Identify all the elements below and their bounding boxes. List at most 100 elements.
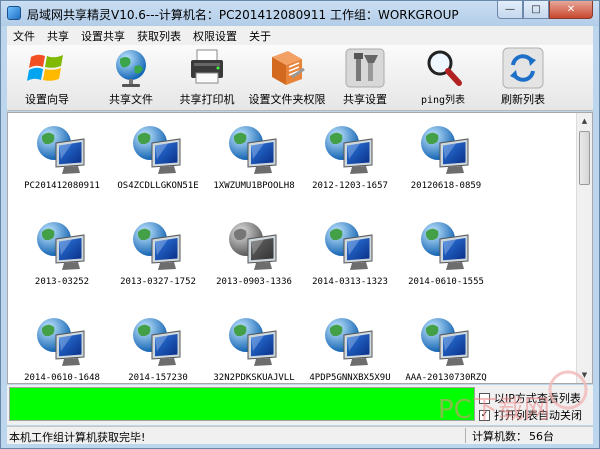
- computer-item[interactable]: 2014-0610-1555: [398, 213, 494, 309]
- computer-name: 2014-0610-1555: [408, 277, 484, 287]
- scroll-thumb[interactable]: [579, 131, 590, 185]
- computer-item[interactable]: 20120618-0859: [398, 117, 494, 213]
- computer-network-icon: [229, 126, 277, 174]
- share-files-button[interactable]: 共享文件: [101, 47, 161, 109]
- computer-name: 2013-0903-1336: [216, 277, 292, 287]
- computer-count-label: 计算机数：: [472, 430, 527, 443]
- window-controls: — □ ✕: [497, 1, 593, 19]
- minimize-button[interactable]: —: [497, 1, 523, 19]
- status-bar: 本机工作组计算机获取完毕! 计算机数： 56台: [7, 426, 593, 444]
- computer-name: 2013-0327-1752: [120, 277, 196, 287]
- share-settings-label: 共享设置: [343, 93, 387, 106]
- maximize-button[interactable]: □: [523, 1, 549, 19]
- share-files-label: 共享文件: [109, 93, 153, 106]
- close-button[interactable]: ✕: [549, 1, 593, 19]
- computer-network-icon: [325, 222, 373, 270]
- computer-name: 4PDP5GNNXBX5X9U: [309, 373, 391, 383]
- printer-icon: [186, 47, 228, 89]
- windows-logo-icon: [26, 47, 68, 89]
- computer-network-icon: [133, 222, 181, 270]
- view-by-ip-checkbox[interactable]: [479, 392, 490, 404]
- auto-close-checkbox[interactable]: ✓: [479, 409, 490, 421]
- auto-close-label: 打开列表自动关闭: [494, 409, 582, 422]
- computer-name: 2012-1203-1657: [312, 181, 388, 191]
- computer-count: 计算机数： 56台: [465, 428, 554, 443]
- scroll-up-icon[interactable]: ▲: [577, 113, 592, 129]
- folder-permissions-label: 设置文件夹权限: [248, 93, 326, 106]
- computer-item[interactable]: 2013-0903-1336: [206, 213, 302, 309]
- computer-network-icon: [229, 318, 277, 366]
- computer-item[interactable]: 2012-1203-1657: [302, 117, 398, 213]
- view-by-ip-label: 以IP方式查看列表: [494, 392, 581, 405]
- folder-permissions-button[interactable]: 设置文件夹权限: [245, 47, 329, 109]
- menu-share[interactable]: 共享: [41, 28, 75, 44]
- refresh-icon: [502, 47, 544, 89]
- computer-grid: PC201412080911 OS4ZCDLLGKON51E 1XWZUMU1BPO…: [8, 113, 578, 383]
- vertical-scrollbar[interactable]: ▲ ▼: [576, 113, 592, 383]
- computer-name: 32N2PDKSKUAJVLL: [213, 373, 295, 383]
- computer-network-icon: [37, 126, 85, 174]
- computer-list[interactable]: PC201412080911 OS4ZCDLLGKON51E 1XWZUMU1BPO…: [7, 112, 593, 384]
- toolbar: 设置向导 共享文件 共享打印机 设置文件夹权限 共享设置 ping列表 刷新列表: [7, 45, 593, 111]
- menu-get-list[interactable]: 获取列表: [131, 28, 187, 44]
- menu-permissions[interactable]: 权限设置: [187, 28, 243, 44]
- menu-bar: 文件 共享 设置共享 获取列表 权限设置 关于: [7, 26, 593, 45]
- computer-item[interactable]: 2014-0313-1323: [302, 213, 398, 309]
- globe-icon: [110, 47, 152, 89]
- computer-name: PC201412080911: [24, 181, 100, 191]
- computer-name: OS4ZCDLLGKON51E: [117, 181, 199, 191]
- computer-item[interactable]: OS4ZCDLLGKON51E: [110, 117, 206, 213]
- computer-network-icon: [421, 318, 469, 366]
- ping-list-button[interactable]: ping列表: [413, 47, 473, 109]
- computer-network-icon: [37, 222, 85, 270]
- status-message: 本机工作组计算机获取完毕!: [9, 431, 146, 444]
- bottom-panel: 以IP方式查看列表 ✓ 打开列表自动关闭: [7, 385, 593, 425]
- scroll-down-icon[interactable]: ▼: [577, 367, 592, 383]
- computer-item[interactable]: 4PDP5GNNXBX5X9U: [302, 309, 398, 383]
- computer-item[interactable]: 32N2PDKSKUAJVLL: [206, 309, 302, 383]
- computer-item[interactable]: 2014-0610-1648: [14, 309, 110, 383]
- menu-file[interactable]: 文件: [7, 28, 41, 44]
- computer-item[interactable]: 2013-0327-1752: [110, 213, 206, 309]
- setup-wizard-button[interactable]: 设置向导: [17, 47, 77, 109]
- computer-network-icon: [421, 222, 469, 270]
- computer-network-icon: [229, 222, 277, 270]
- computer-network-icon: [37, 318, 85, 366]
- progress-bar: [9, 387, 475, 421]
- app-icon: [7, 6, 21, 20]
- computer-name: 1XWZUMU1BPOOLH8: [213, 181, 295, 191]
- menu-setup-share[interactable]: 设置共享: [75, 28, 131, 44]
- computer-item[interactable]: 2013-03252: [14, 213, 110, 309]
- computer-network-icon: [421, 126, 469, 174]
- window-title: 局域网共享精灵V10.6---计算机名：PC201412080911 工作组：W…: [27, 8, 459, 22]
- setup-wizard-label: 设置向导: [25, 93, 69, 106]
- app-window: 局域网共享精灵V10.6---计算机名：PC201412080911 工作组：W…: [0, 0, 600, 449]
- computer-item[interactable]: PC201412080911: [14, 117, 110, 213]
- share-printer-button[interactable]: 共享打印机: [175, 47, 239, 109]
- computer-network-icon: [325, 126, 373, 174]
- computer-name: 2014-157230: [128, 373, 188, 383]
- computer-name: AAA-20130730RZQ: [405, 373, 487, 383]
- computer-network-icon: [133, 318, 181, 366]
- computer-name: 20120618-0859: [410, 181, 482, 191]
- computer-name: 2014-0610-1648: [24, 373, 100, 383]
- computer-item[interactable]: AAA-20130730RZQ: [398, 309, 494, 383]
- computer-item[interactable]: 1XWZUMU1BPOOLH8: [206, 117, 302, 213]
- share-settings-button[interactable]: 共享设置: [337, 47, 393, 109]
- ping-list-label: ping列表: [420, 95, 466, 106]
- refresh-list-label: 刷新列表: [501, 93, 545, 106]
- title-bar[interactable]: 局域网共享精灵V10.6---计算机名：PC201412080911 工作组：W…: [1, 1, 599, 26]
- folder-permission-icon: [266, 47, 308, 89]
- auto-close-option[interactable]: ✓ 打开列表自动关闭: [479, 407, 582, 423]
- computer-name: 2014-0313-1323: [312, 277, 388, 287]
- computer-network-icon: [133, 126, 181, 174]
- computer-network-icon: [325, 318, 373, 366]
- settings-tools-icon: [344, 47, 386, 89]
- share-printer-label: 共享打印机: [179, 93, 235, 106]
- progress-fill: [10, 388, 474, 420]
- computer-count-value: 56台: [529, 430, 554, 443]
- menu-about[interactable]: 关于: [243, 28, 277, 44]
- refresh-list-button[interactable]: 刷新列表: [493, 47, 553, 109]
- computer-item[interactable]: 2014-157230: [110, 309, 206, 383]
- view-by-ip-option[interactable]: 以IP方式查看列表: [479, 390, 581, 406]
